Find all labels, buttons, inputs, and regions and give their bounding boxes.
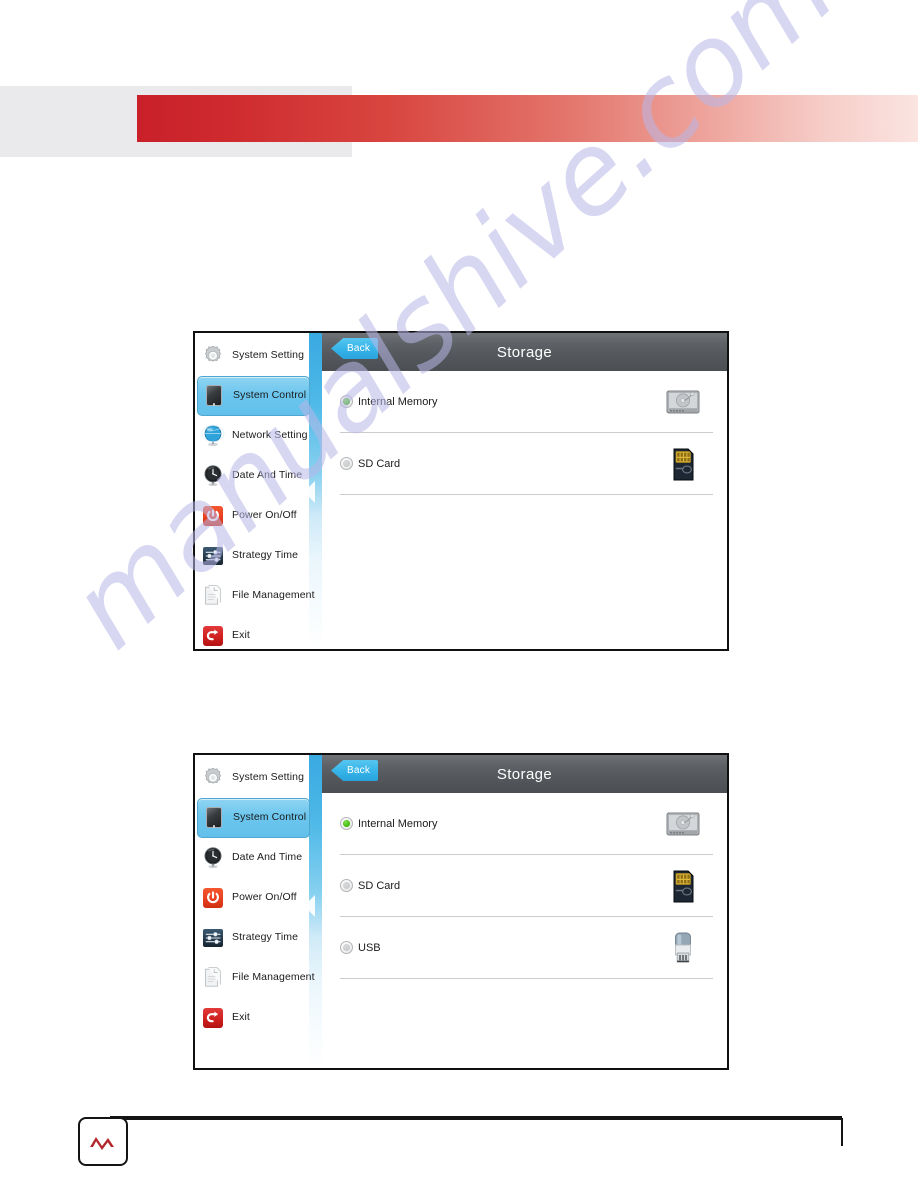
storage-option-list: Internal Memory SD Card USB bbox=[322, 793, 727, 1068]
sidebar-item-label: Date And Time bbox=[232, 469, 303, 482]
documents-icon bbox=[201, 584, 225, 608]
sidebar-item-system-control[interactable]: System Control bbox=[197, 376, 310, 416]
clock-icon bbox=[201, 846, 225, 870]
radio-internal-memory[interactable] bbox=[340, 395, 353, 408]
sidebar-item-label: File Management bbox=[232, 589, 315, 602]
exit-arrow-icon bbox=[201, 624, 225, 648]
sd-card-icon bbox=[673, 448, 694, 480]
sidebar-item-label: Exit bbox=[232, 1011, 250, 1024]
sidebar-item-label: System Setting bbox=[232, 771, 305, 784]
sidebar-item-label: Power On/Off bbox=[232, 509, 297, 522]
title-bar: Back Storage bbox=[322, 755, 727, 793]
page-title: Storage bbox=[496, 765, 553, 783]
sidebar-item-label: File Management bbox=[232, 971, 315, 984]
hard-disk-icon-wrap bbox=[663, 382, 703, 422]
sidebar-item-file-management[interactable]: File Management bbox=[197, 576, 322, 616]
gear-icon bbox=[201, 766, 225, 790]
footer-divider bbox=[110, 1116, 842, 1120]
storage-option-label: SD Card bbox=[358, 879, 401, 892]
gear-icon bbox=[201, 344, 225, 368]
device-screenshot-1: System Setting System Control Network Sett… bbox=[193, 331, 729, 651]
storage-option-label: USB bbox=[358, 941, 381, 954]
sidebar-item-network-setting[interactable]: Network Setting bbox=[197, 416, 322, 456]
content-area: Back Storage Internal Memory SD Card USB bbox=[322, 755, 727, 1068]
hard-disk-icon-wrap bbox=[663, 804, 703, 844]
radio-usb[interactable] bbox=[340, 941, 353, 954]
back-button[interactable]: Back bbox=[331, 760, 379, 781]
sidebar-item-system-setting[interactable]: System Setting bbox=[197, 758, 322, 798]
sidebar-item-label: Power On/Off bbox=[232, 891, 297, 904]
sidebar-item-exit[interactable]: Exit bbox=[197, 616, 322, 649]
sidebar: System Setting System Control Network Sett… bbox=[195, 333, 322, 649]
sidebar-item-label: Date And Time bbox=[232, 851, 303, 864]
sidebar-item-date-and-time[interactable]: Date And Time bbox=[197, 456, 322, 496]
tablet-icon bbox=[202, 806, 226, 830]
sd-card-icon bbox=[673, 870, 694, 902]
back-button[interactable]: Back bbox=[331, 338, 379, 359]
power-icon bbox=[201, 504, 225, 528]
radio-sd-card[interactable] bbox=[340, 457, 353, 470]
hard-disk-icon bbox=[666, 812, 700, 835]
sliders-icon bbox=[201, 544, 225, 568]
brand-logo bbox=[78, 1117, 128, 1166]
sd-card-icon-wrap bbox=[663, 866, 703, 906]
radio-internal-memory[interactable] bbox=[340, 817, 353, 830]
usb-drive-icon bbox=[675, 932, 691, 962]
device-screenshot-2: System Setting System Control Date And Tim… bbox=[193, 753, 729, 1070]
header-red-bar bbox=[137, 95, 918, 142]
sidebar: System Setting System Control Date And Tim… bbox=[195, 755, 322, 1068]
sidebar-item-strategy-time[interactable]: Strategy Time bbox=[197, 918, 322, 958]
documents-icon bbox=[201, 966, 225, 990]
storage-option-usb[interactable]: USB bbox=[340, 917, 713, 979]
clock-icon bbox=[201, 464, 225, 488]
sidebar-item-system-setting[interactable]: System Setting bbox=[197, 336, 322, 376]
sidebar-item-label: Exit bbox=[232, 629, 250, 642]
radio-sd-card[interactable] bbox=[340, 879, 353, 892]
sidebar-item-label: System Control bbox=[233, 811, 307, 824]
storage-option-internal-memory[interactable]: Internal Memory bbox=[340, 793, 713, 855]
sidebar-item-strategy-time[interactable]: Strategy Time bbox=[197, 536, 322, 576]
tablet-icon bbox=[202, 384, 226, 408]
sidebar-item-label: System Control bbox=[233, 389, 307, 402]
sliders-icon bbox=[201, 926, 225, 950]
title-bar: Back Storage bbox=[322, 333, 727, 371]
exit-arrow-icon bbox=[201, 1006, 225, 1030]
sidebar-item-power-on-off[interactable]: Power On/Off bbox=[197, 878, 322, 918]
storage-option-sd-card[interactable]: SD Card bbox=[340, 433, 713, 495]
footer-end-tick bbox=[841, 1118, 843, 1146]
sidebar-item-date-and-time[interactable]: Date And Time bbox=[197, 838, 322, 878]
av-logo-icon bbox=[90, 1136, 114, 1150]
sidebar-item-system-control[interactable]: System Control bbox=[197, 798, 310, 838]
sidebar-item-power-on-off[interactable]: Power On/Off bbox=[197, 496, 322, 536]
usb-drive-icon-wrap bbox=[663, 928, 703, 968]
sidebar-item-file-management[interactable]: File Management bbox=[197, 958, 322, 998]
sidebar-item-label: Strategy Time bbox=[232, 931, 299, 944]
storage-option-label: Internal Memory bbox=[358, 817, 438, 830]
storage-option-sd-card[interactable]: SD Card bbox=[340, 855, 713, 917]
storage-option-label: SD Card bbox=[358, 457, 401, 470]
page-title: Storage bbox=[496, 343, 553, 361]
sidebar-item-exit[interactable]: Exit bbox=[197, 998, 322, 1038]
storage-option-list: Internal Memory SD Card bbox=[322, 371, 727, 649]
content-area: Back Storage Internal Memory SD Card bbox=[322, 333, 727, 649]
sidebar-item-label: Strategy Time bbox=[232, 549, 299, 562]
globe-icon bbox=[201, 424, 225, 448]
sd-card-icon-wrap bbox=[663, 444, 703, 484]
power-icon bbox=[201, 886, 225, 910]
storage-option-internal-memory[interactable]: Internal Memory bbox=[340, 371, 713, 433]
sidebar-item-label: Network Setting bbox=[232, 429, 308, 442]
hard-disk-icon bbox=[666, 390, 700, 413]
storage-option-label: Internal Memory bbox=[358, 395, 438, 408]
sidebar-item-label: System Setting bbox=[232, 349, 305, 362]
